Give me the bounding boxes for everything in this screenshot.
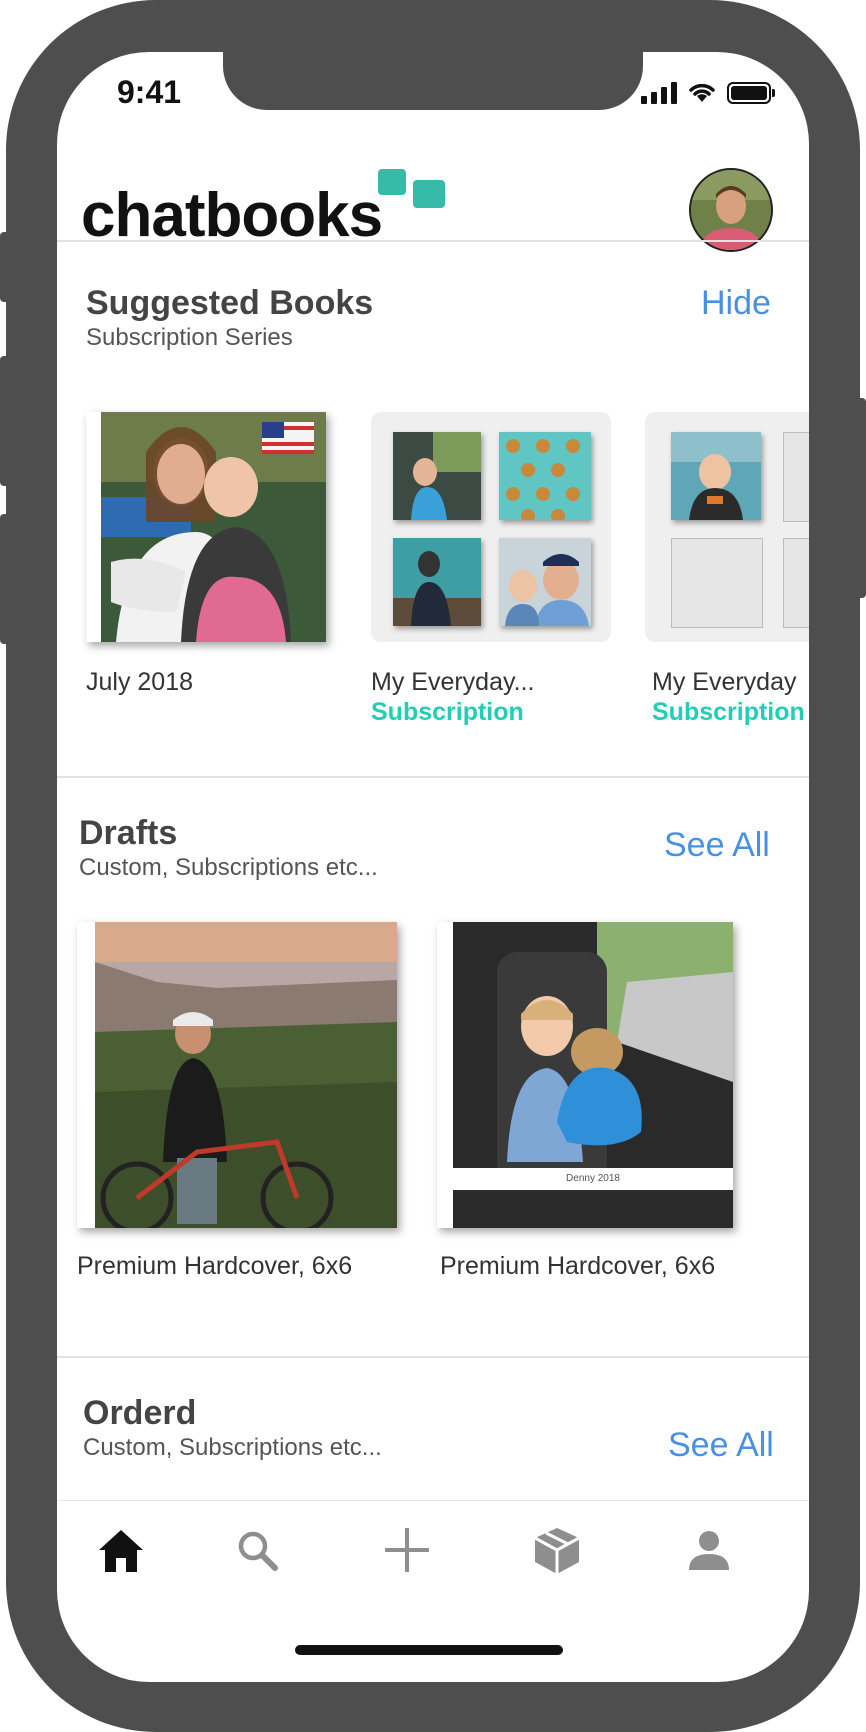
battery-icon	[727, 82, 775, 104]
empty-photo-slot	[783, 538, 809, 628]
draft-label: Premium Hardcover, 6x6	[440, 1252, 716, 1280]
notch	[223, 52, 643, 110]
photo-thumb	[499, 432, 591, 520]
tab-search[interactable]	[227, 1520, 287, 1580]
empty-photo-slot	[783, 432, 809, 522]
hide-button[interactable]: Hide	[701, 284, 771, 323]
signal-icon	[641, 80, 677, 104]
book-label: My Everyday	[652, 668, 797, 696]
photo-thumb	[393, 538, 481, 626]
home-icon	[99, 1530, 143, 1572]
device-button	[0, 514, 10, 644]
home-indicator	[295, 1645, 563, 1655]
photo-thumb	[393, 432, 481, 520]
wifi-icon	[689, 83, 715, 102]
device-button	[856, 398, 866, 598]
book-label: July 2018	[86, 668, 194, 696]
ordered-subtitle: Custom, Subscriptions etc...	[83, 1434, 382, 1461]
add-icon	[385, 1528, 429, 1572]
status-time: 9:41	[117, 74, 182, 110]
drafts-see-all-button[interactable]: See All	[664, 826, 770, 865]
tab-bar	[57, 1500, 809, 1612]
book-cover-everyday-2[interactable]	[645, 412, 809, 642]
divider	[57, 776, 809, 778]
device-button	[0, 356, 10, 486]
book-cover-everyday-1[interactable]	[371, 412, 611, 642]
tab-home[interactable]	[91, 1520, 151, 1580]
logo-bubble-icon	[413, 180, 445, 208]
divider	[57, 1356, 809, 1358]
tab-orders[interactable]	[527, 1520, 587, 1580]
suggested-title: Suggested Books	[86, 284, 374, 322]
tab-add[interactable]	[377, 1520, 437, 1580]
empty-photo-slot	[671, 538, 763, 628]
draft-cover-denny[interactable]: Denny 2018	[437, 922, 733, 1228]
cover-caption: Denny 2018	[566, 1173, 620, 1184]
photo-thumb	[499, 538, 591, 626]
drafts-title: Drafts	[79, 814, 178, 852]
divider	[57, 240, 809, 242]
logo-bubble-icon	[378, 169, 406, 195]
status-icons	[641, 80, 775, 104]
device-button	[0, 232, 10, 302]
drafts-subtitle: Custom, Subscriptions etc...	[79, 854, 378, 881]
ordered-see-all-button[interactable]: See All	[668, 1426, 774, 1465]
subscription-tag: Subscription	[652, 698, 805, 726]
ordered-title: Orderd	[83, 1394, 197, 1432]
book-cover-july[interactable]	[86, 412, 326, 642]
draft-cover-bike[interactable]	[77, 922, 397, 1228]
suggested-subtitle: Subscription Series	[86, 324, 293, 351]
profile-icon	[689, 1531, 729, 1570]
tab-profile[interactable]	[679, 1520, 739, 1580]
draft-label: Premium Hardcover, 6x6	[77, 1252, 353, 1280]
search-icon	[238, 1531, 278, 1571]
book-label: My Everyday...	[371, 668, 535, 696]
box-icon	[534, 1528, 580, 1574]
subscription-tag: Subscription	[371, 698, 524, 726]
photo-thumb	[671, 432, 761, 520]
app-screen: 9:41 chatbooks Suggested Books Subscript…	[57, 52, 809, 1682]
